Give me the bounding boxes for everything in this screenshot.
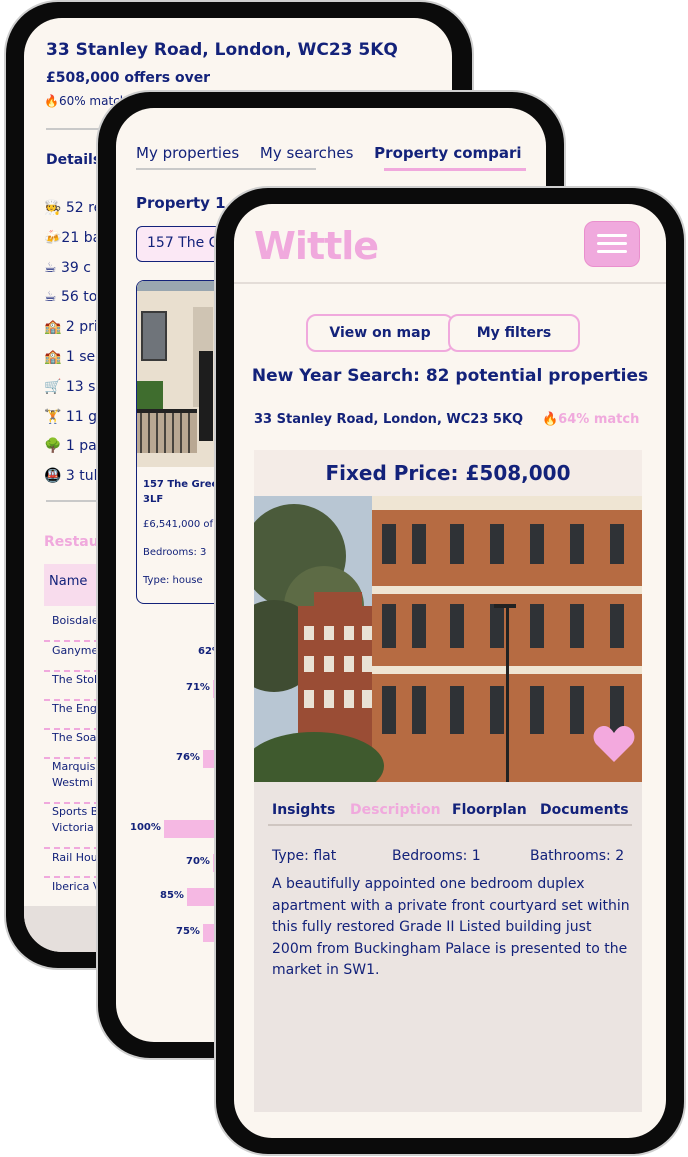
table-row[interactable]: Sports B	[52, 805, 98, 818]
details-heading: Details	[46, 152, 102, 168]
table-row[interactable]: Boisdale	[52, 614, 99, 627]
match-badge: 🔥64% match	[542, 412, 640, 427]
tab-bar: My properties My searches Property compa…	[136, 144, 538, 162]
property-label: Property 1	[136, 194, 226, 212]
restaurants-heading: Restau	[44, 534, 99, 550]
amenity-item: 🧑‍🍳 52 re	[44, 200, 103, 216]
card-type: Type: house	[143, 575, 203, 586]
amenity-item: 🍻21 ba	[44, 229, 102, 246]
card-price: £6,541,000 of	[143, 519, 214, 530]
tab-underline	[136, 168, 316, 170]
table-row[interactable]: Iberica V	[52, 880, 100, 893]
table-row[interactable]: The Eng	[52, 702, 97, 715]
app-logo[interactable]: Wittle	[254, 224, 379, 268]
tab-active-underline	[384, 168, 526, 171]
tab-floorplan[interactable]: Floorplan	[452, 802, 527, 818]
amenity-item: ☕ 39 c	[44, 259, 91, 276]
card-title: 157 The Green 3LF	[143, 479, 226, 505]
amenity-item: 🏫 1 sec	[44, 348, 103, 365]
attr-bathrooms: Bathrooms: 2	[530, 848, 625, 864]
tab-my-properties[interactable]: My properties	[136, 144, 239, 162]
table-row[interactable]: The Stok	[52, 673, 100, 686]
card-bedrooms: Bedrooms: 3	[143, 547, 207, 558]
tabs-divider	[268, 824, 632, 826]
heart-icon[interactable]	[592, 724, 636, 764]
tab-documents[interactable]: Documents	[540, 802, 629, 818]
table-row[interactable]: Ganyme	[52, 644, 98, 657]
table-row[interactable]: Marquis	[52, 760, 95, 773]
bar-label: 75%	[176, 926, 200, 937]
price-banner: Fixed Price: £508,000	[254, 450, 642, 496]
tab-insights[interactable]: Insights	[272, 802, 335, 818]
property-description: A beautifully appointed one bedroom dupl…	[272, 876, 630, 978]
property-address: 33 Stanley Road, London, WC23 5KQ	[254, 412, 524, 427]
detail-panel: Insights Description Floorplan Documents…	[254, 782, 642, 1112]
property-address: 33 Stanley Road, London, WC23 5KQ	[46, 40, 398, 60]
bar-label: 100%	[130, 822, 161, 833]
bar-label: 76%	[176, 752, 200, 763]
table-header-name: Name	[49, 574, 88, 589]
table-row[interactable]: The Soa	[52, 731, 96, 744]
attr-bedrooms: Bedrooms: 1	[392, 848, 481, 864]
table-row[interactable]: Victoria	[52, 821, 94, 834]
my-filters-button[interactable]: My filters	[448, 314, 580, 352]
amenity-item: 🌳 1 pa	[44, 438, 97, 455]
phone-front: Wittle View on map My filters New Year S…	[216, 188, 684, 1154]
search-title: New Year Search: 82 potential properties	[251, 366, 649, 386]
bar-label: 70%	[186, 856, 210, 867]
amenity-item: 🏫 2 pri	[44, 319, 98, 336]
menu-icon[interactable]	[584, 221, 640, 267]
tab-my-searches[interactable]: My searches	[260, 144, 353, 162]
amenity-item: ☕ 56 to	[44, 289, 98, 306]
phone-front-screen: Wittle View on map My filters New Year S…	[234, 204, 666, 1138]
property-photo[interactable]	[254, 496, 642, 782]
view-on-map-button[interactable]: View on map	[306, 314, 454, 352]
bar-label: 85%	[160, 890, 184, 901]
amenity-item: 🏋️ 11 gy	[44, 408, 106, 425]
amenity-item: 🛒 13 su	[44, 378, 105, 395]
header-divider	[234, 282, 666, 284]
table-row[interactable]: Rail Hou	[52, 851, 98, 864]
attr-type: Type: flat	[272, 848, 337, 864]
tab-property-comparison[interactable]: Property compari	[374, 144, 521, 162]
table-row[interactable]: Westmi	[52, 776, 93, 789]
bar-label: 71%	[186, 682, 210, 693]
amenity-list: 🧑‍🍳 52 re 🍻21 ba ☕ 39 c ☕ 56 to 🏫 2 pri …	[44, 194, 105, 492]
property-select-value: 157 The G	[147, 235, 220, 251]
tab-description[interactable]: Description	[350, 802, 441, 818]
property-price: £508,000 offers over	[46, 70, 211, 86]
amenity-item: 🚇 3 tub	[44, 468, 103, 485]
